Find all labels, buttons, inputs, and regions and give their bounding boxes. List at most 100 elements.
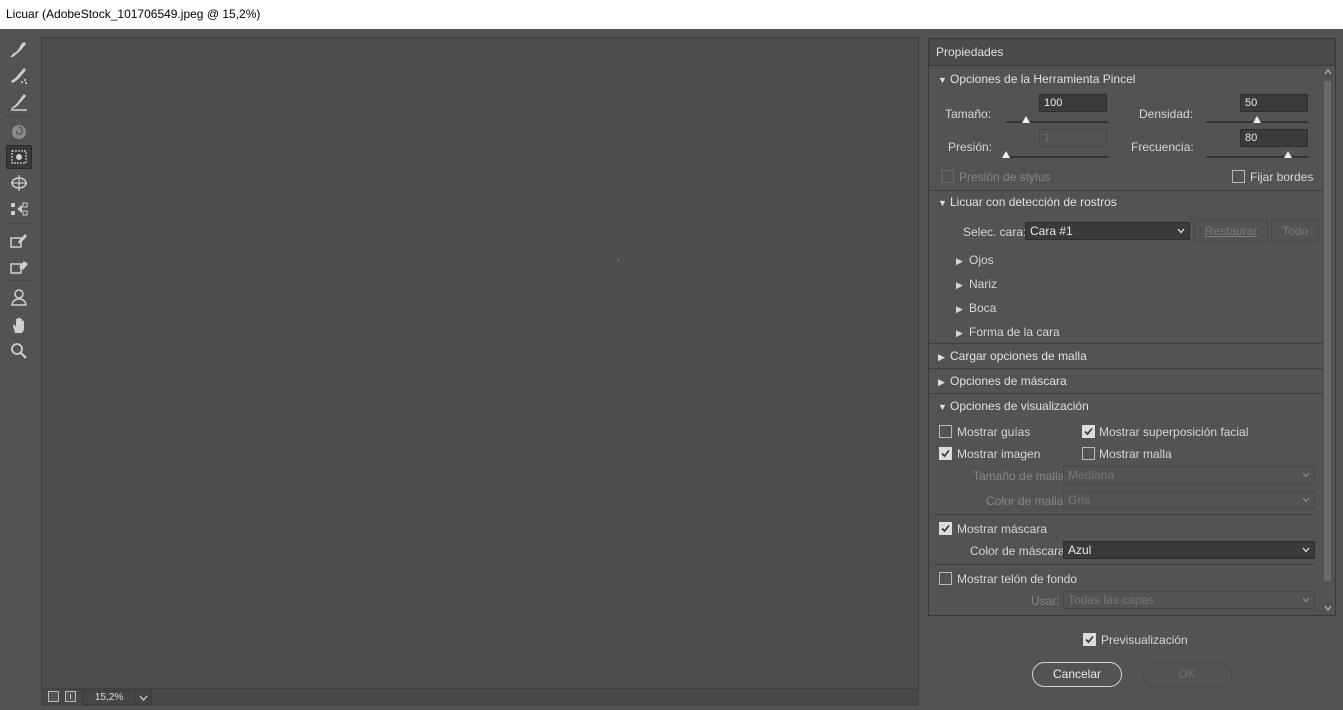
select-face-value: Cara #1 (1030, 224, 1073, 238)
section-label: Licuar con detección de rostros (950, 195, 1117, 209)
select-face-label: Selec. cara: (963, 225, 1027, 239)
show-image-label: Mostrar imagen (957, 447, 1041, 461)
face-aware-header[interactable]: ▼ Licuar con detección de rostros (929, 190, 1323, 214)
chevron-down-icon[interactable] (135, 691, 151, 704)
mesh-color-label: Color de malla: (986, 494, 1067, 508)
show-guides-checkbox[interactable] (939, 425, 952, 438)
show-mesh-label: Mostrar malla (1099, 447, 1172, 461)
mask-color-dropdown[interactable]: Azul (1063, 541, 1315, 559)
smooth-icon[interactable] (6, 89, 32, 113)
preview-checkbox[interactable] (1083, 633, 1096, 646)
mesh-size-value: Mediana (1068, 468, 1115, 482)
face-tool-icon[interactable] (6, 285, 32, 309)
show-face-overlay-label: Mostrar superposición facial (1099, 425, 1249, 439)
size-slider[interactable] (1006, 116, 1108, 123)
show-mask-checkbox[interactable] (939, 522, 952, 535)
panel-scrollbar[interactable] (1323, 67, 1333, 613)
show-mesh-checkbox[interactable] (1082, 447, 1095, 460)
slider-knob[interactable] (1253, 116, 1261, 123)
expanded-triangle-icon: ▼ (938, 75, 947, 85)
image-canvas[interactable] (41, 37, 919, 689)
density-input[interactable]: 50 (1240, 94, 1308, 112)
thaw-mask-icon[interactable] (6, 254, 32, 278)
pressure-input[interactable]: 1 (1039, 129, 1107, 147)
checkmark-icon (941, 524, 950, 533)
load-mesh-header[interactable]: ▶ Cargar opciones de malla (929, 344, 1323, 368)
slider-knob[interactable] (1022, 116, 1031, 123)
status-bar: 15,2% (41, 689, 919, 706)
slider-knob[interactable] (1002, 151, 1010, 158)
item-label: Nariz (969, 277, 998, 291)
density-slider[interactable] (1206, 116, 1308, 123)
rate-input[interactable]: 80 (1240, 129, 1308, 147)
mouth-item[interactable]: ▶ Boca (956, 301, 996, 315)
reset-label: Restaurar (1204, 224, 1258, 238)
checkmark-icon (1084, 427, 1093, 436)
chevron-down-icon (1302, 547, 1310, 553)
use-dropdown[interactable]: Todas las capas (1063, 591, 1315, 609)
scroll-down-icon[interactable] (1323, 603, 1333, 613)
properties-panel: Propiedades ▼ Opciones de la Herramienta … (928, 38, 1336, 616)
select-face-dropdown[interactable]: Cara #1 (1025, 222, 1190, 240)
checkmark-icon (1085, 635, 1094, 644)
checkmark-icon (941, 449, 950, 458)
view-options-header[interactable]: ▼ Opciones de visualización (929, 394, 1323, 418)
face-shape-item[interactable]: ▶ Forma de la cara (956, 325, 1060, 339)
zoom-select[interactable]: 15,2% (82, 690, 152, 705)
section-label: Cargar opciones de malla (950, 349, 1087, 363)
pin-edges-checkbox[interactable] (1232, 170, 1245, 183)
zoom-out-button[interactable] (48, 691, 59, 702)
nose-item[interactable]: ▶ Nariz (956, 277, 997, 291)
mesh-color-dropdown[interactable]: Gris (1063, 491, 1315, 509)
section-label: Opciones de visualización (950, 399, 1089, 413)
pucker-icon[interactable] (6, 145, 32, 169)
forward-warp-icon[interactable] (6, 37, 32, 61)
reconstruct-icon[interactable] (6, 63, 32, 87)
brush-options-header[interactable]: ▼ Opciones de la Herramienta Pincel (929, 67, 1323, 91)
rate-slider[interactable] (1206, 151, 1308, 158)
cancel-button[interactable]: Cancelar (1032, 662, 1122, 687)
show-guides-label: Mostrar guías (957, 425, 1031, 439)
scroll-up-icon[interactable] (1323, 67, 1333, 77)
use-label: Usar: (1031, 594, 1060, 608)
bloat-icon[interactable] (6, 171, 32, 195)
rate-label: Frecuencia: (1131, 140, 1194, 154)
pressure-label: Presión: (948, 140, 993, 154)
mesh-size-dropdown[interactable]: Mediana (1063, 466, 1315, 484)
section-label: Opciones de máscara (950, 374, 1067, 388)
zoom-value: 15,2% (94, 692, 124, 703)
mask-options-header[interactable]: ▶ Opciones de máscara (929, 369, 1323, 393)
slider-knob[interactable] (1283, 151, 1292, 158)
stylus-pressure-checkbox[interactable] (941, 170, 954, 183)
twirl-icon[interactable] (6, 120, 32, 144)
expanded-triangle-icon: ▼ (938, 402, 947, 412)
collapsed-triangle-icon: ▶ (956, 256, 963, 266)
expanded-triangle-icon: ▼ (938, 198, 947, 208)
show-image-checkbox[interactable] (939, 447, 952, 460)
canvas-pixel (618, 260, 619, 261)
zoom-icon[interactable] (6, 339, 32, 363)
show-backdrop-checkbox[interactable] (939, 572, 952, 585)
reset-button[interactable]: Restaurar (1194, 220, 1268, 242)
hand-icon[interactable] (6, 313, 32, 337)
eyes-item[interactable]: ▶ Ojos (956, 253, 994, 267)
panel-title: Propiedades (929, 39, 1335, 66)
show-face-overlay-checkbox[interactable] (1082, 425, 1095, 438)
mesh-color-value: Gris (1068, 493, 1090, 507)
collapsed-triangle-icon: ▶ (956, 304, 963, 314)
section-label: Opciones de la Herramienta Pincel (950, 72, 1136, 86)
show-mask-label: Mostrar máscara (957, 522, 1048, 536)
all-button[interactable]: Todo (1271, 220, 1319, 242)
size-input[interactable]: 100 (1039, 94, 1107, 112)
pin-edges-label: Fijar bordes (1250, 170, 1314, 184)
ok-button[interactable]: OK (1142, 662, 1232, 687)
item-label: Ojos (969, 253, 994, 267)
mask-color-value: Azul (1068, 543, 1092, 557)
freeze-mask-icon[interactable] (6, 228, 32, 252)
scroll-thumb[interactable] (1324, 81, 1331, 581)
pressure-slider[interactable] (1002, 151, 1108, 158)
collapsed-triangle-icon: ▶ (956, 280, 963, 290)
push-left-icon[interactable] (6, 197, 32, 221)
zoom-in-button[interactable] (65, 691, 76, 702)
density-label: Densidad: (1139, 107, 1194, 121)
